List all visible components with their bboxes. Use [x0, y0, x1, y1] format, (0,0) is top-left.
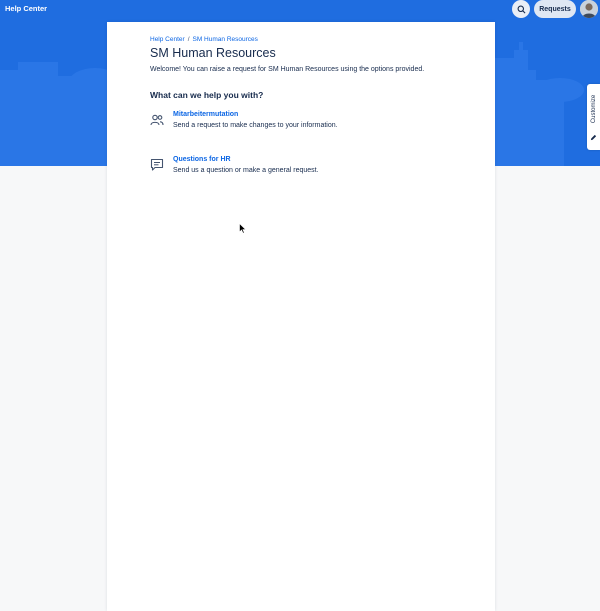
customize-tab[interactable]: Customize — [587, 84, 600, 150]
help-center-link[interactable]: Help Center — [5, 4, 47, 13]
request-type-questions-for-hr[interactable]: Questions for HR Send us a question or m… — [150, 156, 470, 180]
top-navigation: Help Center Requests — [0, 0, 600, 18]
page-title: SM Human Resources — [150, 46, 276, 60]
customize-label: Customize — [591, 94, 597, 124]
breadcrumb-separator: / — [187, 36, 190, 43]
breadcrumb-sm-human-resources[interactable]: SM Human Resources — [193, 36, 258, 43]
option-description: Send a request to make changes to your i… — [173, 122, 338, 129]
breadcrumb: Help Center / SM Human Resources — [150, 36, 258, 43]
requests-button[interactable]: Requests — [534, 0, 576, 18]
portal-card: Help Center / SM Human Resources SM Human … — [107, 22, 495, 611]
mouse-cursor-icon — [239, 223, 247, 234]
request-type-mitarbeitermutation[interactable]: Mitarbeitermutation Send a request to ma… — [150, 111, 470, 135]
avatar[interactable] — [580, 0, 598, 18]
welcome-text: Welcome! You can raise a request for SM … — [150, 66, 425, 73]
help-heading: What can we help you with? — [150, 90, 264, 100]
option-description: Send us a question or make a general req… — [173, 167, 319, 174]
user-avatar-image — [580, 0, 598, 18]
option-title[interactable]: Mitarbeitermutation — [173, 111, 238, 118]
option-title[interactable]: Questions for HR — [173, 156, 231, 163]
pencil-icon — [590, 134, 597, 141]
breadcrumb-help-center[interactable]: Help Center — [150, 36, 185, 43]
search-icon — [517, 5, 525, 13]
chat-icon — [150, 158, 164, 171]
search-button[interactable] — [512, 0, 530, 18]
people-icon — [150, 114, 164, 126]
